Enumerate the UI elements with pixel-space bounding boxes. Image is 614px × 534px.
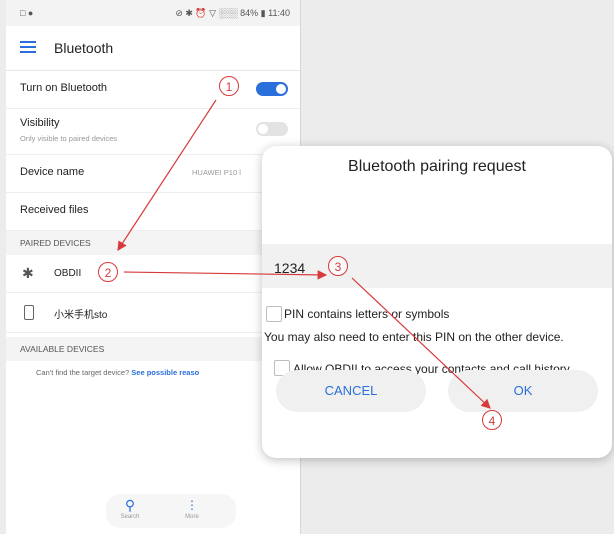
annotation-marker-2: 2 bbox=[98, 262, 118, 282]
arrow-2-to-3 bbox=[123, 270, 328, 280]
arrow-3-to-4 bbox=[351, 277, 491, 409]
annotation-marker-3: 3 bbox=[328, 256, 348, 276]
annotation-marker-1: 1 bbox=[219, 76, 239, 96]
arrow-1-to-2 bbox=[117, 99, 217, 252]
annotation-arrows bbox=[117, 99, 491, 409]
annotation-marker-4: 4 bbox=[482, 410, 502, 430]
